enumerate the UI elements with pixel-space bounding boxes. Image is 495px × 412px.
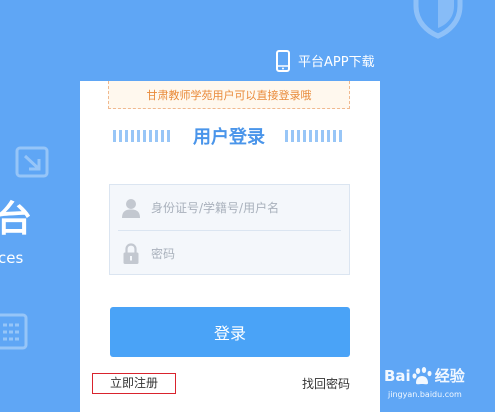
app-download-label: 平台APP下载: [298, 55, 375, 70]
calendar-icon: [0, 313, 28, 350]
title-decoration-left: [113, 130, 173, 142]
phone-icon: [276, 49, 290, 72]
password-row: [118, 230, 341, 276]
watermark-brand-right: 经验: [434, 367, 465, 385]
username-row: [110, 185, 349, 230]
login-card: 甘肃教师学苑用户可以直接登录哦 用户登录 登录 立即注册 找回密码: [80, 81, 380, 412]
user-icon: [122, 198, 140, 218]
login-title-row: 用户登录: [108, 122, 350, 150]
paw-icon: [412, 366, 432, 384]
baidu-watermark: Bai 经验 jingyan.baidu.com: [384, 361, 494, 409]
lock-icon: [123, 242, 139, 264]
app-download-link[interactable]: 平台APP下载: [276, 48, 375, 73]
watermark-logo: Bai 经验: [384, 365, 465, 386]
shield-icon: [413, 0, 463, 39]
login-notice: 甘肃教师学苑用户可以直接登录哦: [108, 81, 350, 109]
watermark-brand-left: Bai: [384, 366, 411, 385]
register-link[interactable]: 立即注册: [92, 373, 176, 394]
background-subtitle: ces: [0, 249, 24, 267]
arrow-box-icon: [15, 146, 49, 178]
title-decoration-right: [285, 130, 345, 142]
watermark-url: jingyan.baidu.com: [388, 390, 462, 399]
password-input[interactable]: [149, 245, 333, 262]
background-heading: 台: [0, 199, 33, 240]
credentials-box: [109, 184, 350, 275]
username-input[interactable]: [149, 199, 333, 216]
login-title: 用户登录: [193, 127, 265, 148]
forgot-password-link[interactable]: 找回密码: [302, 375, 350, 392]
login-button[interactable]: 登录: [110, 307, 350, 357]
